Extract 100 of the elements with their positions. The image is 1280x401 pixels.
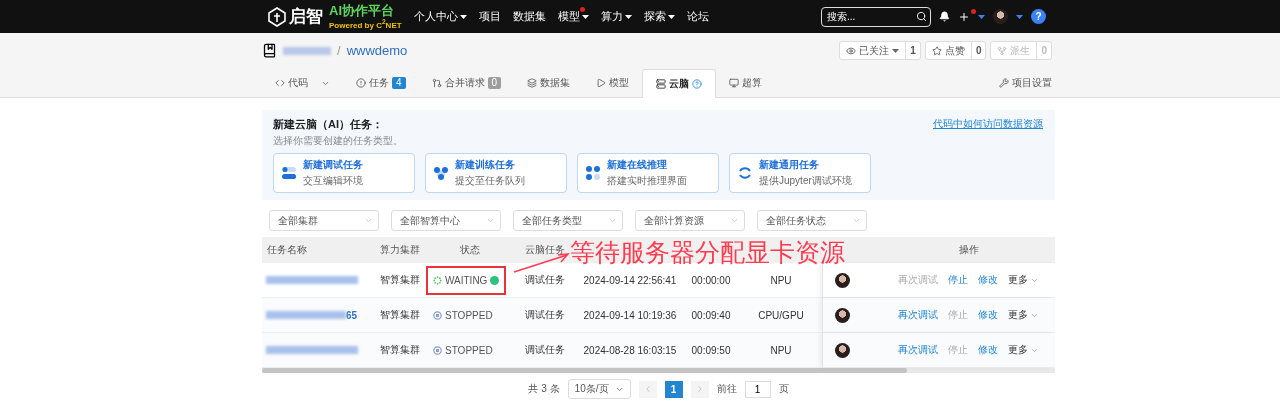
page-number[interactable]: 1 bbox=[664, 380, 683, 398]
card-title: 新建训练任务 bbox=[455, 158, 516, 172]
repo-name[interactable]: wwwdemo bbox=[346, 43, 408, 58]
chevron-icon bbox=[852, 216, 861, 225]
nav-menu-item[interactable]: 数据集 bbox=[512, 9, 546, 24]
more-menu[interactable]: 更多 bbox=[1008, 308, 1039, 322]
column-header: 任务名称 bbox=[266, 243, 307, 257]
page-input[interactable]: 1 bbox=[744, 380, 771, 398]
plus-icon[interactable] bbox=[958, 10, 970, 23]
card-title: 新建通用任务 bbox=[759, 158, 820, 172]
table-cell: 智算集群 bbox=[380, 343, 420, 357]
avatar bbox=[835, 272, 850, 288]
repo-tab[interactable]: 任务 4 bbox=[343, 69, 419, 97]
task-type-card[interactable]: 新建通用任务 提供Jupyter调试环境 bbox=[729, 153, 871, 193]
action-link[interactable]: 修改 bbox=[978, 273, 998, 287]
page-unit: 页 bbox=[778, 382, 789, 396]
repo-tab[interactable]: 云脑 bbox=[642, 69, 717, 98]
repo-tab[interactable]: 模型 bbox=[583, 69, 643, 97]
page-size-select[interactable]: 10条/页 bbox=[567, 379, 631, 399]
help-button[interactable]: ? bbox=[1031, 9, 1046, 24]
action-link[interactable]: 停止 bbox=[948, 273, 968, 287]
action-link[interactable]: 再次调试 bbox=[898, 308, 938, 322]
table-cell: NPU bbox=[770, 274, 792, 286]
nav-menu-item[interactable]: 项目 bbox=[478, 9, 501, 24]
help-icon bbox=[692, 79, 703, 89]
scrollbar[interactable] bbox=[262, 368, 1055, 373]
filter-select[interactable]: 全部计算资源 bbox=[635, 210, 745, 231]
filter-select[interactable]: 全部集群 bbox=[269, 210, 379, 231]
annotation-text: 等待服务器分配显卡资源 bbox=[570, 240, 845, 265]
notification-dot bbox=[579, 7, 585, 12]
table-cell: 00:09:40 bbox=[691, 309, 731, 321]
card-description: 提供Jupyter调试环境 bbox=[759, 174, 852, 188]
table-cell: NPU bbox=[770, 344, 792, 356]
star-button[interactable]: 点赞 0 bbox=[924, 41, 987, 60]
task-type-card[interactable]: 新建调试任务 交互编辑环境 bbox=[273, 153, 415, 193]
filter-select[interactable]: 全部智算中心 bbox=[391, 210, 501, 231]
search-field[interactable]: 搜索... bbox=[821, 6, 931, 27]
layers-icon bbox=[527, 78, 538, 88]
star-icon bbox=[931, 45, 942, 56]
code-icon bbox=[275, 78, 285, 88]
alert-icon bbox=[356, 78, 366, 88]
nav-menu-item[interactable]: 算力 bbox=[600, 9, 632, 24]
filter-select[interactable]: 全部任务类型 bbox=[513, 210, 623, 231]
panel-subtitle: 选择你需要创建的任务类型。 bbox=[273, 134, 404, 148]
stop-icon bbox=[433, 310, 442, 320]
goto-label: 前往 bbox=[716, 382, 737, 396]
table-cell: 调试任务 bbox=[525, 343, 565, 357]
task-type-card[interactable]: 新建在线推理 搭建实时推理界面 bbox=[577, 153, 719, 193]
avatar[interactable] bbox=[993, 9, 1008, 24]
ring-icon bbox=[738, 166, 752, 180]
powered-by: Powered by C$^{2}$NET bbox=[329, 18, 402, 30]
repo-icon bbox=[262, 43, 277, 58]
nodes-icon bbox=[434, 166, 448, 180]
avatar bbox=[835, 342, 850, 358]
table-cell: 00:09:50 bbox=[691, 344, 731, 356]
watch-button[interactable]: 已关注 1 bbox=[839, 41, 921, 60]
column-header: 云脑任务 bbox=[525, 243, 565, 257]
pull-request-icon bbox=[431, 78, 442, 88]
stop-icon bbox=[433, 345, 442, 355]
table-cell: 智算集群 bbox=[380, 273, 420, 287]
settings-link[interactable]: 项目设置 bbox=[999, 69, 1052, 97]
caret-icon bbox=[667, 14, 675, 19]
card-title: 新建在线推理 bbox=[607, 158, 668, 172]
more-menu[interactable]: 更多 bbox=[1008, 343, 1039, 357]
count-badge: 0 bbox=[487, 77, 502, 89]
nav-menu-item[interactable]: 个人中心 bbox=[413, 9, 467, 24]
card-description: 提交至任务队列 bbox=[455, 174, 525, 188]
status-dot-icon bbox=[490, 275, 500, 285]
filter-select[interactable]: 全部任务状态 bbox=[757, 210, 867, 231]
table-cell: 调试任务 bbox=[525, 308, 565, 322]
table-cell: 2024-09-14 10:19:36 bbox=[583, 309, 677, 321]
table-cell: 2024-08-28 16:03:15 bbox=[583, 344, 677, 356]
repo-tab[interactable]: 数据集 bbox=[514, 69, 584, 97]
chevron-icon bbox=[364, 216, 373, 225]
card-title: 新建调试任务 bbox=[303, 158, 363, 172]
status-label: WAITING bbox=[428, 267, 505, 293]
fork-icon bbox=[997, 45, 1008, 56]
task-type-card[interactable]: 新建训练任务 提交至任务队列 bbox=[425, 153, 567, 193]
repo-tab[interactable]: 代码 bbox=[262, 69, 343, 97]
data-access-link[interactable]: 代码中如何访问数据资源 bbox=[933, 117, 1043, 131]
tools-icon bbox=[999, 78, 1009, 88]
action-link[interactable]: 修改 bbox=[978, 308, 998, 322]
action-link[interactable]: 再次调试 bbox=[898, 343, 938, 357]
search-icon bbox=[916, 10, 927, 22]
nav-menu-item[interactable]: 模型 bbox=[557, 9, 589, 24]
repo-tab[interactable]: 合并请求 0 bbox=[418, 69, 515, 97]
more-menu[interactable]: 更多 bbox=[1008, 273, 1039, 287]
caret-icon bbox=[459, 14, 467, 19]
bell-icon[interactable] bbox=[939, 11, 950, 22]
notification-dot bbox=[971, 8, 976, 14]
table-cell: 调试任务 bbox=[525, 273, 565, 287]
task-name-link[interactable]: 65 bbox=[346, 309, 358, 321]
path-separator: / bbox=[337, 43, 341, 58]
nav-menu-item[interactable]: 论坛 bbox=[686, 9, 709, 24]
action-link[interactable]: 修改 bbox=[978, 343, 998, 357]
nav-menu-item[interactable]: 探索 bbox=[643, 9, 675, 24]
caret-icon bbox=[892, 48, 900, 53]
eye-icon bbox=[846, 45, 857, 56]
repo-tab[interactable]: 超算 bbox=[716, 69, 776, 97]
count-badge: 4 bbox=[392, 77, 406, 89]
